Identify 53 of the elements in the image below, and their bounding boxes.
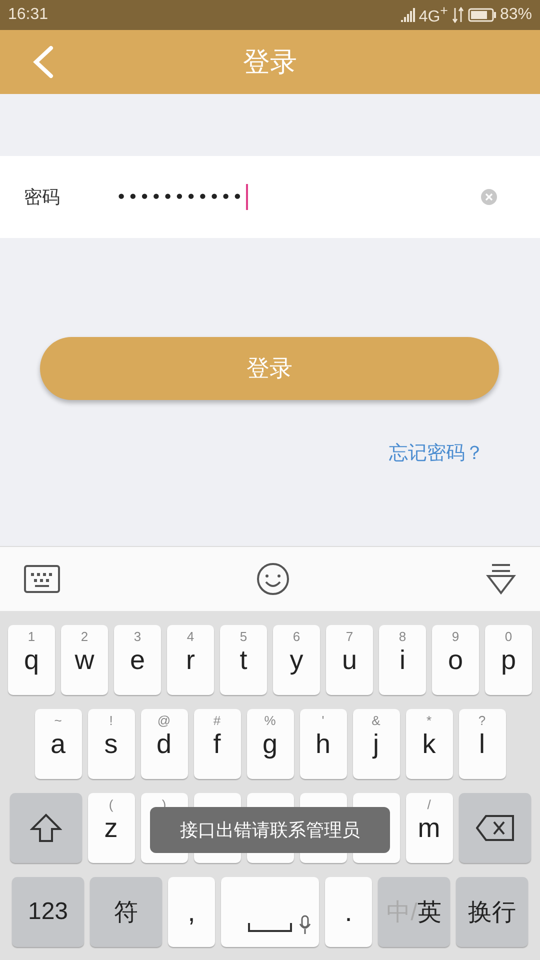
status-time: 16:31: [8, 6, 48, 24]
key-hint: 4: [186, 629, 196, 644]
field-label: 密码: [24, 186, 61, 209]
key-hint: #: [212, 713, 222, 728]
key-label: h: [315, 728, 331, 760]
key-hint: 6: [292, 629, 302, 644]
key-hint: ': [320, 713, 326, 728]
key-hint: 7: [344, 629, 354, 644]
key-hint: 3: [132, 629, 142, 644]
battery-percent: 83%: [500, 6, 532, 24]
key-hint: (: [108, 797, 114, 812]
key-label: m: [418, 812, 440, 844]
key-hint: @: [156, 713, 172, 728]
key-label: i: [400, 644, 406, 676]
key-label: z: [104, 812, 118, 844]
key-hint: 9: [450, 629, 460, 644]
key-label: 123: [28, 898, 68, 926]
key-label: .: [344, 896, 352, 928]
key-label: t: [240, 644, 248, 676]
key-hint: &: [370, 713, 382, 728]
key-label: ,: [188, 896, 196, 928]
error-toast: 接口出错请联系管理员: [150, 807, 390, 853]
key-label: o: [448, 644, 464, 676]
key-label: w: [74, 644, 94, 676]
key-label: g: [262, 728, 278, 760]
key-label: u: [342, 644, 358, 676]
key-label: d: [156, 728, 172, 760]
key-hint: *: [425, 713, 433, 728]
key-hint: ~: [53, 713, 63, 728]
key-label: k: [422, 728, 436, 760]
key-label: l: [479, 728, 485, 760]
key-hint: 2: [80, 629, 90, 644]
key-hint: /: [426, 797, 432, 812]
key-label: y: [290, 644, 304, 676]
key-label: q: [24, 644, 40, 676]
network-type: 4G$^{+}$: [418, 3, 448, 27]
key-label: j: [373, 728, 379, 760]
key-hint: 0: [504, 629, 514, 644]
key-label: r: [186, 644, 195, 676]
key-hint: 8: [398, 629, 408, 644]
key-label: a: [50, 728, 66, 760]
key-hint: %: [263, 713, 277, 728]
key-hint: 5: [238, 629, 248, 644]
key-label: e: [130, 644, 146, 676]
key-label: p: [500, 644, 516, 676]
key-hint: !: [108, 713, 114, 728]
key-label: 符: [114, 898, 138, 928]
key-hint: ?: [477, 713, 487, 728]
key-label: f: [213, 728, 221, 760]
page-title: 登录: [243, 46, 297, 80]
key-label: s: [104, 728, 118, 760]
key-hint: 1: [26, 629, 36, 644]
key-label: 换行: [468, 898, 516, 928]
